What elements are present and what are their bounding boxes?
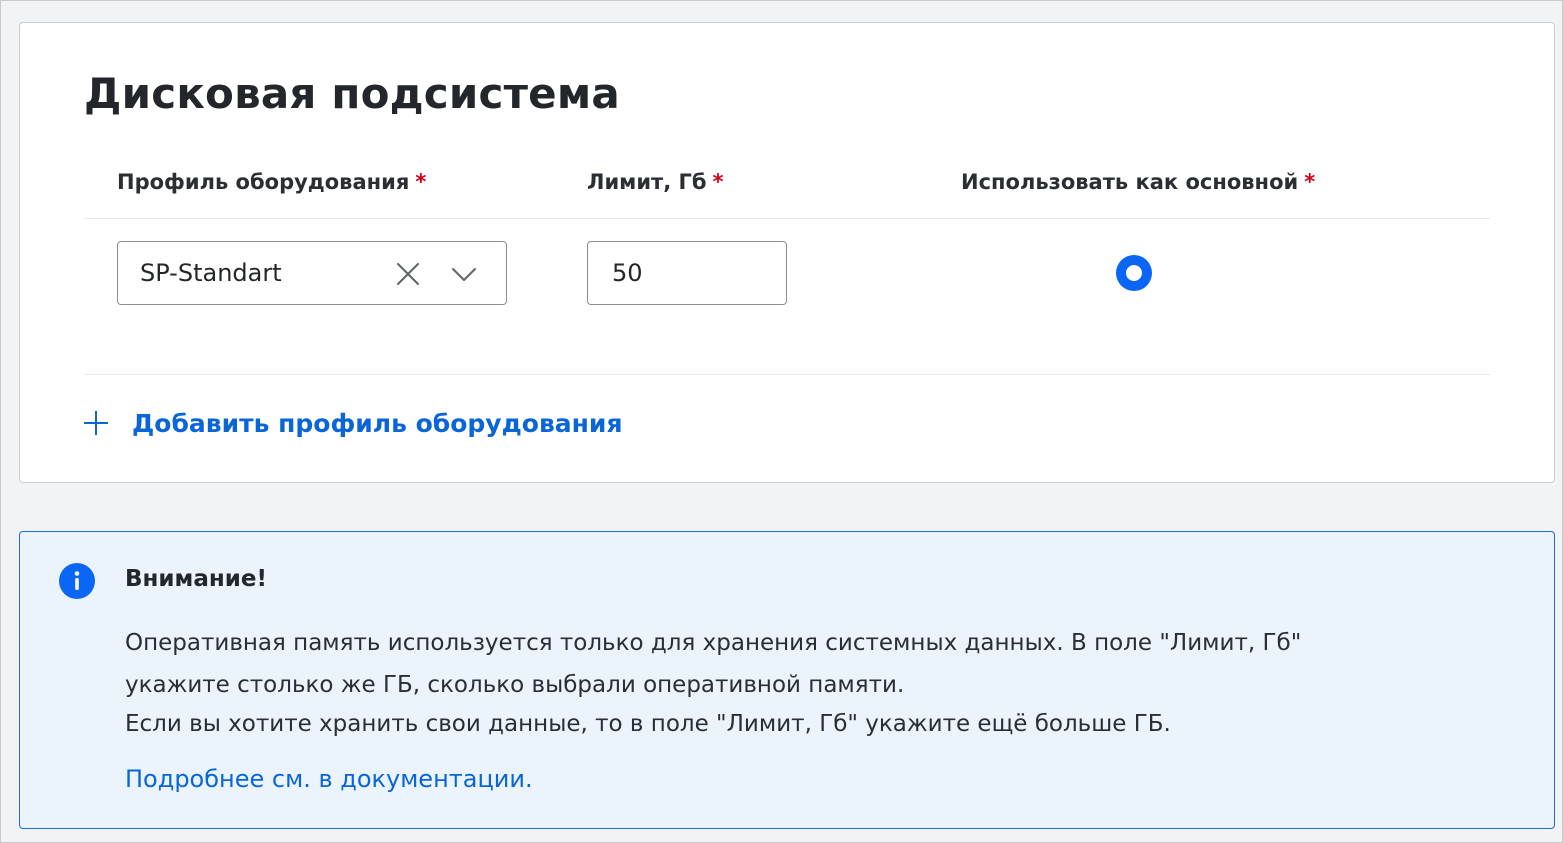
profile-column-header: Профиль оборудования * (117, 170, 426, 194)
primary-radio[interactable] (1116, 255, 1152, 291)
required-mark: * (1304, 170, 1316, 194)
limit-column-header: Лимит, Гб * (587, 170, 724, 194)
documentation-link[interactable]: Подробнее см. в документации. (125, 765, 533, 793)
add-profile-button[interactable]: Добавить профиль оборудования (82, 405, 623, 441)
plus-icon (84, 411, 108, 435)
disk-subsystem-card: Дисковая подсистема Профиль оборудования… (19, 22, 1555, 483)
attention-alert: Внимание! Оперативная память используетс… (19, 531, 1555, 829)
required-mark: * (712, 170, 724, 194)
chevron-down-icon[interactable] (451, 261, 477, 287)
limit-input[interactable] (587, 241, 787, 305)
info-icon (59, 563, 95, 599)
row-divider (84, 374, 1490, 375)
profile-select[interactable]: SP-Standart (117, 241, 507, 305)
required-mark: * (415, 170, 427, 194)
profile-select-value: SP-Standart (140, 259, 282, 287)
profile-column-label: Профиль оборудования (117, 170, 410, 194)
primary-column-label: Использовать как основной (961, 170, 1299, 194)
limit-column-label: Лимит, Гб (587, 170, 707, 194)
section-title: Дисковая подсистема (84, 69, 620, 118)
primary-column-header: Использовать как основной * (961, 170, 1315, 194)
header-divider (84, 218, 1490, 219)
alert-text-line: Если вы хотите хранить свои данные, то в… (125, 711, 1171, 737)
alert-title: Внимание! (125, 566, 267, 592)
alert-text-line: Оперативная память используется только д… (125, 630, 1302, 656)
add-profile-label: Добавить профиль оборудования (132, 408, 623, 438)
close-icon[interactable] (395, 261, 421, 287)
alert-text-line: укажите столько же ГБ, сколько выбрали о… (125, 672, 905, 698)
